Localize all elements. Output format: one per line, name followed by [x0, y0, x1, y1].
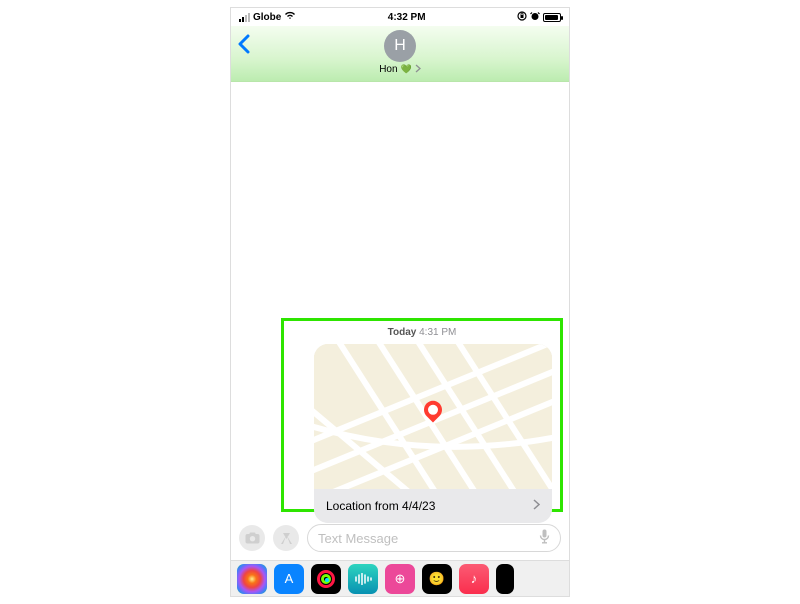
- dock-audio-icon[interactable]: [348, 564, 378, 594]
- status-left: Globe: [239, 11, 296, 23]
- message-timestamp: Today 4:31 PM: [284, 327, 560, 338]
- heart-emoji: 💚: [401, 64, 412, 75]
- status-bar: Globe 4:32 PM: [231, 8, 569, 26]
- dictate-button[interactable]: [539, 529, 550, 547]
- location-label: Location from 4/4/23: [326, 499, 435, 513]
- alarm-icon: [530, 11, 540, 24]
- battery-icon: [543, 13, 561, 22]
- dock-memoji-icon[interactable]: 🙂: [422, 564, 452, 594]
- chevron-right-icon: [533, 499, 540, 513]
- dock-globe-icon[interactable]: ⊕: [385, 564, 415, 594]
- signal-icon: [239, 13, 250, 22]
- imessage-app-dock: A ⊕ 🙂 ♪: [231, 560, 569, 596]
- memoji-glyph: 🙂: [429, 571, 445, 587]
- chevron-right-icon: [415, 64, 421, 75]
- dock-fitness-icon[interactable]: [311, 564, 341, 594]
- map-pin-icon: [424, 400, 442, 418]
- conversation-area[interactable]: Today 4:31 PM: [231, 82, 569, 520]
- location-footer[interactable]: Location from 4/4/23: [314, 489, 552, 523]
- music-glyph: ♪: [471, 571, 478, 586]
- status-time: 4:32 PM: [388, 12, 426, 23]
- back-button[interactable]: [237, 34, 251, 60]
- message-placeholder: Text Message: [318, 531, 398, 546]
- camera-button[interactable]: [239, 525, 265, 551]
- compose-bar: Text Message: [231, 520, 569, 560]
- timestamp-day: Today: [388, 327, 417, 338]
- message-input[interactable]: Text Message: [307, 524, 561, 552]
- dock-music-icon[interactable]: ♪: [459, 564, 489, 594]
- contact-avatar[interactable]: H: [384, 30, 416, 62]
- contact-name: Hon: [379, 64, 397, 75]
- conversation-header: H Hon 💚: [231, 26, 569, 82]
- globe-glyph: ⊕: [395, 571, 406, 587]
- apps-button[interactable]: [273, 525, 299, 551]
- location-message[interactable]: Location from 4/4/23: [314, 344, 552, 523]
- timestamp-time: 4:31 PM: [419, 327, 456, 338]
- carrier-label: Globe: [253, 12, 281, 23]
- status-right: [517, 11, 561, 24]
- rotation-lock-icon: [517, 11, 527, 24]
- dock-photos-icon[interactable]: [237, 564, 267, 594]
- contact-name-row[interactable]: Hon 💚: [379, 64, 421, 75]
- phone-frame: Globe 4:32 PM H Hon 💚: [230, 7, 570, 597]
- dock-appstore-icon[interactable]: A: [274, 564, 304, 594]
- tutorial-highlight: Today 4:31 PM: [281, 318, 563, 512]
- appstore-glyph: A: [285, 571, 294, 586]
- avatar-initial: H: [394, 37, 406, 55]
- dock-overflow-icon[interactable]: [496, 564, 514, 594]
- map-preview: [314, 344, 552, 489]
- wifi-icon: [284, 11, 296, 23]
